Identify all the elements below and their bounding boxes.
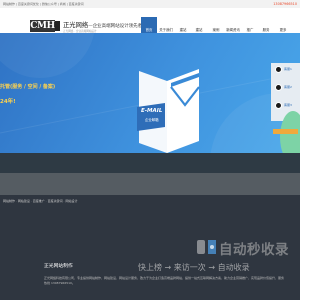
logo[interactable]: CMH	[30, 20, 55, 32]
qq-penguin-icon[interactable]	[275, 84, 282, 91]
top-links[interactable]: 网站制作 | 百度关键词优化 | 微信公众号 | 商城 | 百度关键词	[3, 2, 84, 6]
footer-links[interactable]: 网站制作 · 网站建设 · 百度推广 · 百度关键词 · 网站设计	[3, 199, 77, 203]
email-envelope-graphic: E-MAIL 企业邮箱	[135, 63, 201, 153]
brand-name: 正光网络	[63, 22, 89, 29]
watermark-title: 自动秒收录	[219, 242, 289, 258]
top-utility-bar: 网站制作 | 百度关键词优化 | 微信公众号 | 商城 | 百度关键词 1308…	[0, 0, 300, 8]
qq-service-widget[interactable]: 客服1 客服2 客服3	[271, 63, 300, 153]
gray-band	[0, 173, 300, 195]
envelope-title: E-MAIL	[141, 108, 163, 114]
logo-mark	[55, 21, 60, 31]
phone-number: 13087966510	[273, 1, 297, 6]
watermark-subtitle: 快上榜 → 来访一次 → 自动收录	[138, 263, 250, 272]
banner-years: 24年!	[0, 99, 16, 105]
qq-service-label-2[interactable]: 客服2	[284, 85, 292, 89]
section-paragraph: 正光网络科技有限公司，专业提供网站制作、网站建设、网站设计服务，致力于为企业打造…	[44, 276, 285, 285]
qq-service-label-1[interactable]: 客服1	[284, 67, 292, 71]
qq-penguin-icon[interactable]	[275, 66, 282, 73]
hero-banner[interactable]: 托管(服务 / 空间 / 备案) 24年! E-MAIL 企业邮箱 客服1 客服…	[0, 33, 300, 153]
envelope-subtitle: 企业邮箱	[145, 118, 159, 122]
dark-band	[0, 153, 300, 173]
qq-service-label-3[interactable]: 客服3	[284, 103, 292, 107]
section-title: 正光网站制作	[44, 264, 73, 269]
qq-penguin-icon[interactable]	[275, 102, 282, 109]
watermark-logo-icon	[196, 238, 218, 260]
brand-title: 正光网络—企业高端网站设计领先者	[63, 20, 142, 29]
banner-headline: 托管(服务 / 空间 / 备案)	[0, 84, 56, 90]
